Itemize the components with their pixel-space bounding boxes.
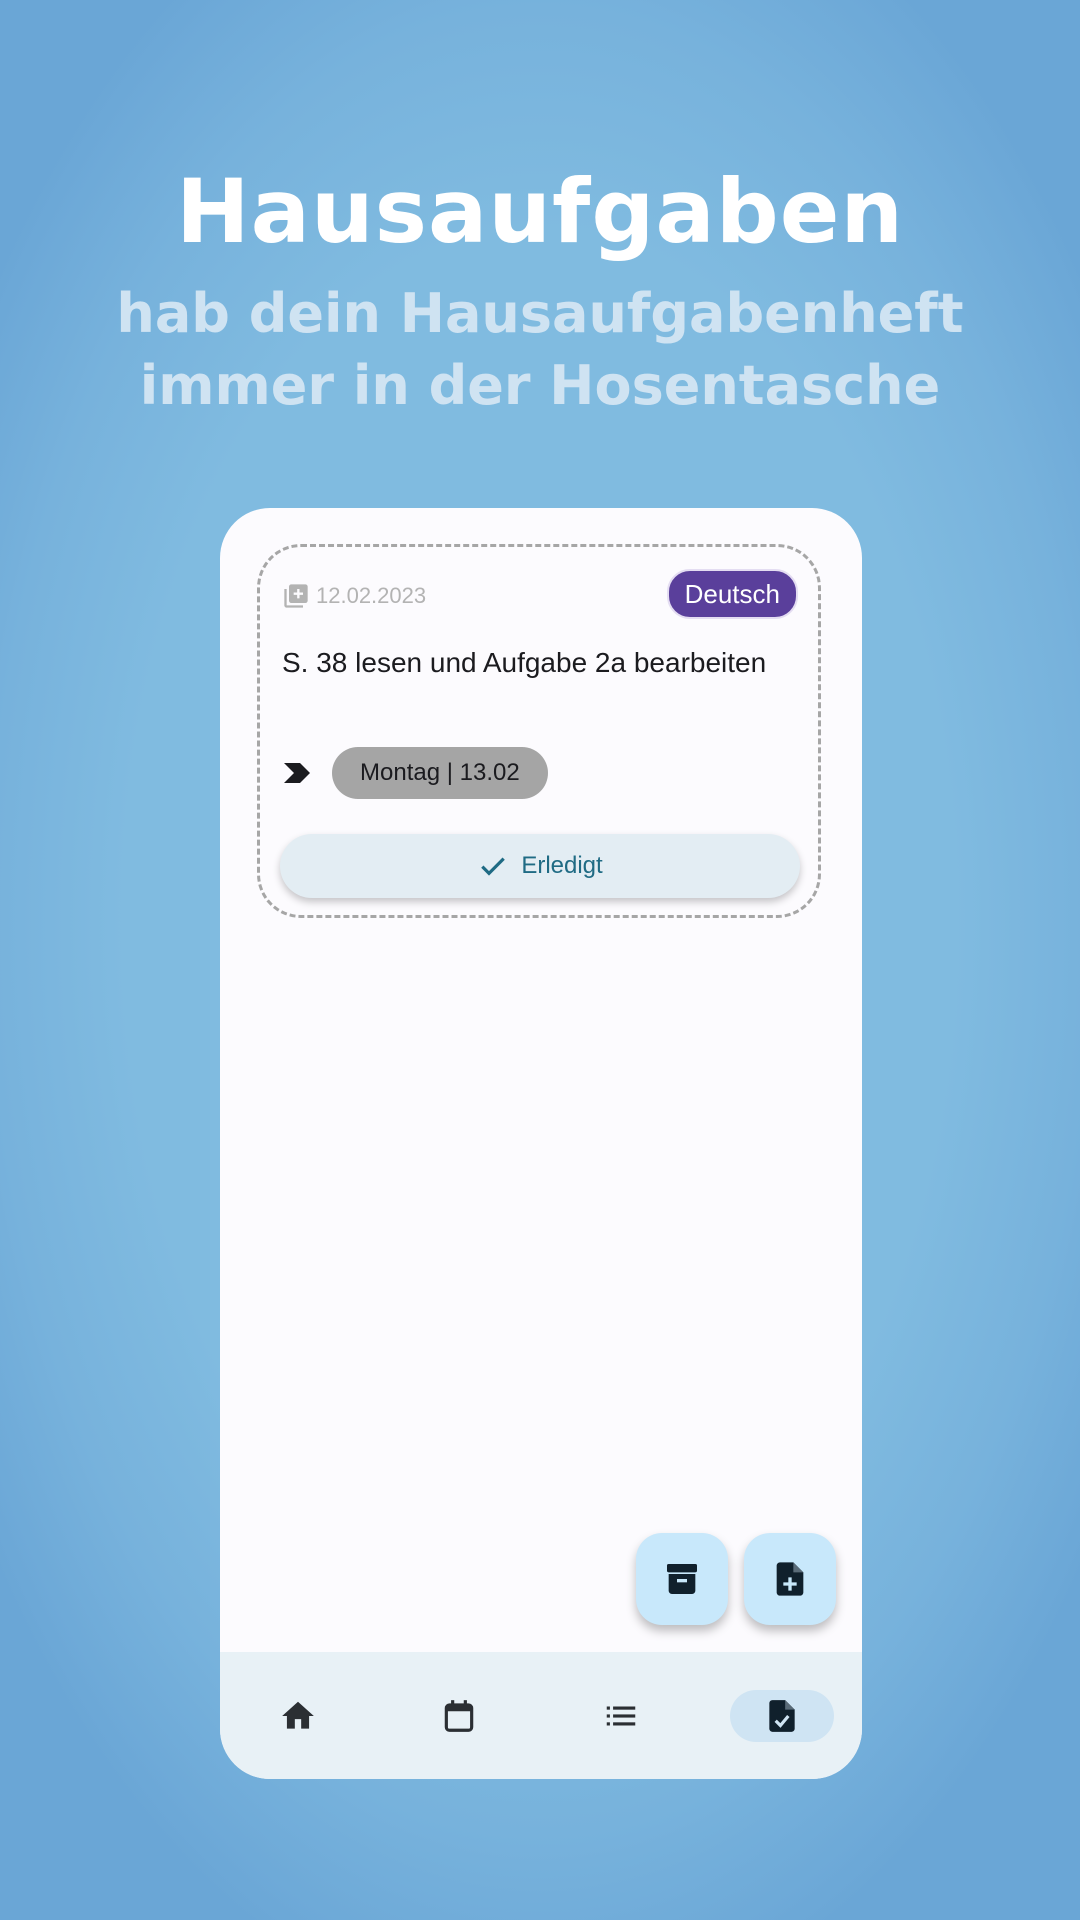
archive-icon [667,1564,697,1594]
archive-button[interactable] [636,1533,728,1625]
done-button-label: Erledigt [521,852,603,879]
promo-subtitle-line-1: hab dein Hausaufgabenheft [116,282,964,345]
home-icon [282,1701,314,1729]
promo-subtitle-line-2: immer in der Hosentasche [139,354,941,417]
promo-subtitle: hab dein Hausaufgabenheft immer in der H… [0,278,1080,422]
nav-homework[interactable] [730,1690,834,1742]
due-row: Montag | 13.02 [282,747,548,799]
task-description: S. 38 lesen und Aufgabe 2a bearbeiten [282,647,767,678]
homework-icon [769,1700,795,1732]
nav-list[interactable] [569,1690,673,1742]
nav-calendar[interactable] [407,1690,511,1742]
add-document-icon [776,1562,804,1596]
bottom-navigation [220,1652,862,1779]
created-date: 12.02.2023 [316,583,427,608]
list-icon [606,1706,636,1726]
subject-badge[interactable]: Deutsch [666,569,798,619]
nav-home[interactable] [246,1690,350,1742]
done-button[interactable]: Erledigt [280,834,800,898]
promo-title: Hausaufgaben [175,160,905,263]
phone-screen: 12.02.2023 Deutsch S. 38 lesen und Aufga… [220,508,862,1779]
chevron-right-icon [284,763,310,783]
add-homework-button[interactable] [744,1533,836,1625]
due-date-chip[interactable]: Montag | 13.02 [332,747,548,799]
add-to-queue-icon [284,584,308,608]
created-date-row: 12.02.2023 [282,582,426,610]
homework-card[interactable]: 12.02.2023 Deutsch S. 38 lesen und Aufga… [257,544,821,918]
check-icon [481,857,506,876]
calendar-icon [444,1700,474,1732]
